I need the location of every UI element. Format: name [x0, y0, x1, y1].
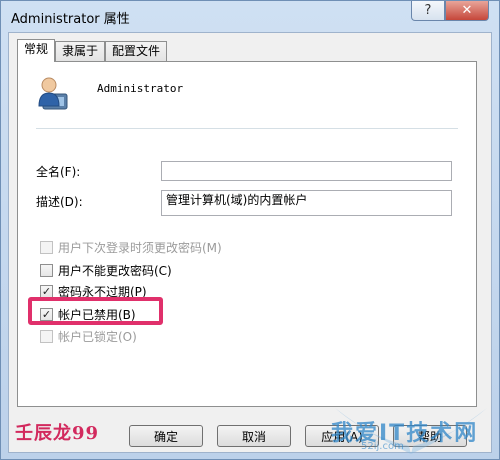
title-bar: Administrator 属性 ? ✕ [1, 1, 499, 31]
window-title: Administrator 属性 [11, 12, 130, 27]
checkbox-label: 用户不能更改密码(C) [58, 264, 172, 278]
watermark-site-sub: 52ij.com [361, 441, 404, 452]
user-icon [38, 77, 68, 110]
description-field[interactable]: 管理计算机(域)的内置帐户 [161, 190, 452, 216]
checkbox-box [40, 330, 53, 343]
close-button[interactable]: ✕ [445, 1, 489, 21]
ok-button[interactable]: 确定 [129, 425, 203, 447]
close-icon: ✕ [461, 3, 473, 18]
checkbox-account-locked[interactable]: 帐户已锁定(O) [40, 328, 137, 345]
checkbox-box [40, 241, 53, 254]
tab-strip: 常规 隶属于 配置文件 [17, 39, 168, 62]
highlight-box [28, 297, 163, 325]
question-icon: ? [424, 3, 432, 18]
watermark-site-text: 我爱IT技术网 [331, 421, 479, 446]
help-title-button[interactable]: ? [411, 1, 445, 21]
tab-general[interactable]: 常规 [17, 39, 56, 62]
fullname-field[interactable] [161, 161, 452, 181]
watermark-author: 壬辰龙99 [15, 423, 100, 444]
checkbox-cannot-change-password[interactable]: 用户不能更改密码(C) [40, 262, 172, 279]
general-panel: Administrator 全名(F): 描述(D): 管理计算机(域)的内置帐… [17, 61, 477, 407]
account-name: Administrator [97, 82, 184, 95]
checkbox-label: 帐户已锁定(O) [58, 330, 137, 344]
checkbox-box [40, 264, 53, 277]
dialog-client: 常规 隶属于 配置文件 Administrator 全名(F): 描述(D): … [8, 32, 492, 453]
checkbox-must-change-password[interactable]: 用户下次登录时须更改密码(M) [40, 239, 222, 256]
cancel-button[interactable]: 取消 [217, 425, 291, 447]
fullname-label: 全名(F): [36, 165, 81, 179]
description-label: 描述(D): [36, 195, 83, 209]
tab-profile[interactable]: 配置文件 [105, 41, 168, 61]
tab-member-of[interactable]: 隶属于 [55, 41, 106, 61]
separator [36, 128, 458, 129]
checkbox-label: 用户下次登录时须更改密码(M) [58, 241, 222, 255]
properties-window: Administrator 属性 ? ✕ 常规 隶属于 配置文件 Adminis… [0, 0, 500, 460]
